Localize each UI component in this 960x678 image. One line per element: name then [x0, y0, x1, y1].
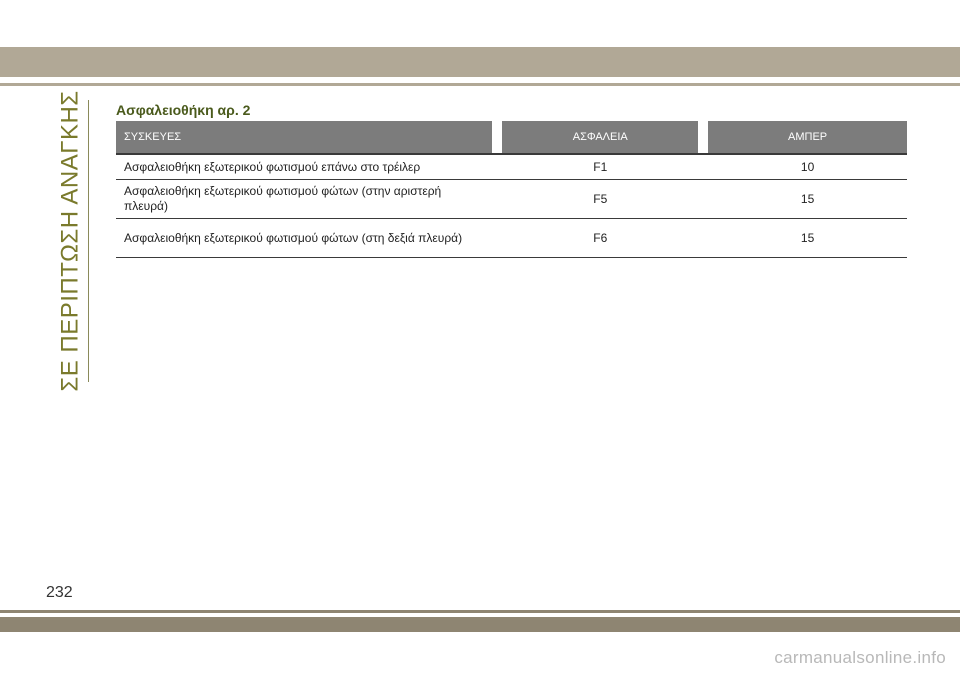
cell-amp: 15 [708, 218, 907, 258]
header-gap [698, 121, 709, 155]
cell-device: Ασφαλειοθήκη εξωτερικού φωτισμού φώτων (… [116, 218, 493, 258]
section-title: Ασφαλειοθήκη αρ. 2 [116, 102, 251, 118]
cell-gap [492, 218, 503, 258]
cell-amp: 15 [708, 179, 907, 219]
table-row: Ασφαλειοθήκη εξωτερικού φωτισμού επάνω σ… [116, 154, 907, 180]
cell-fuse: F5 [502, 179, 699, 219]
cell-gap [698, 179, 709, 219]
top-decorative-line [0, 83, 960, 86]
cell-amp: 10 [708, 154, 907, 180]
cell-device: Ασφαλειοθήκη εξωτερικού φωτισμού επάνω σ… [116, 154, 493, 180]
page-number: 232 [46, 584, 73, 601]
side-chapter-title: ΣΕ ΠΕΡΙΠΤΩΣΗ ΑΝΑΓΚΗΣ [54, 90, 88, 391]
header-amp: ΑΜΠΕΡ [708, 121, 907, 155]
cell-gap [698, 218, 709, 258]
fuse-table: ΣΥΣΚΕΥΕΣ ΑΣΦΑΛΕΙΑ ΑΜΠΕΡ Ασφαλειοθήκη εξω… [116, 121, 907, 258]
header-devices: ΣΥΣΚΕΥΕΣ [116, 121, 493, 155]
header-gap [492, 121, 503, 155]
top-decorative-band [0, 47, 960, 77]
cell-gap [492, 154, 503, 180]
table-row: Ασφαλειοθήκη εξωτερικού φωτισμού φώτων (… [116, 179, 907, 219]
bottom-decorative-band [0, 617, 960, 632]
table-row: Ασφαλειοθήκη εξωτερικού φωτισμού φώτων (… [116, 218, 907, 258]
cell-gap [492, 179, 503, 219]
side-rule [88, 100, 89, 382]
table-header-row: ΣΥΣΚΕΥΕΣ ΑΣΦΑΛΕΙΑ ΑΜΠΕΡ [116, 121, 907, 155]
cell-fuse: F1 [502, 154, 699, 180]
header-fuse: ΑΣΦΑΛΕΙΑ [502, 121, 699, 155]
cell-device: Ασφαλειοθήκη εξωτερικού φωτισμού φώτων (… [116, 179, 493, 219]
bottom-decorative-line [0, 610, 960, 613]
cell-fuse: F6 [502, 218, 699, 258]
side-chapter-title-text: ΣΕ ΠΕΡΙΠΤΩΣΗ ΑΝΑΓΚΗΣ [57, 90, 84, 392]
watermark: carmanualsonline.info [774, 648, 946, 667]
cell-gap [698, 154, 709, 180]
